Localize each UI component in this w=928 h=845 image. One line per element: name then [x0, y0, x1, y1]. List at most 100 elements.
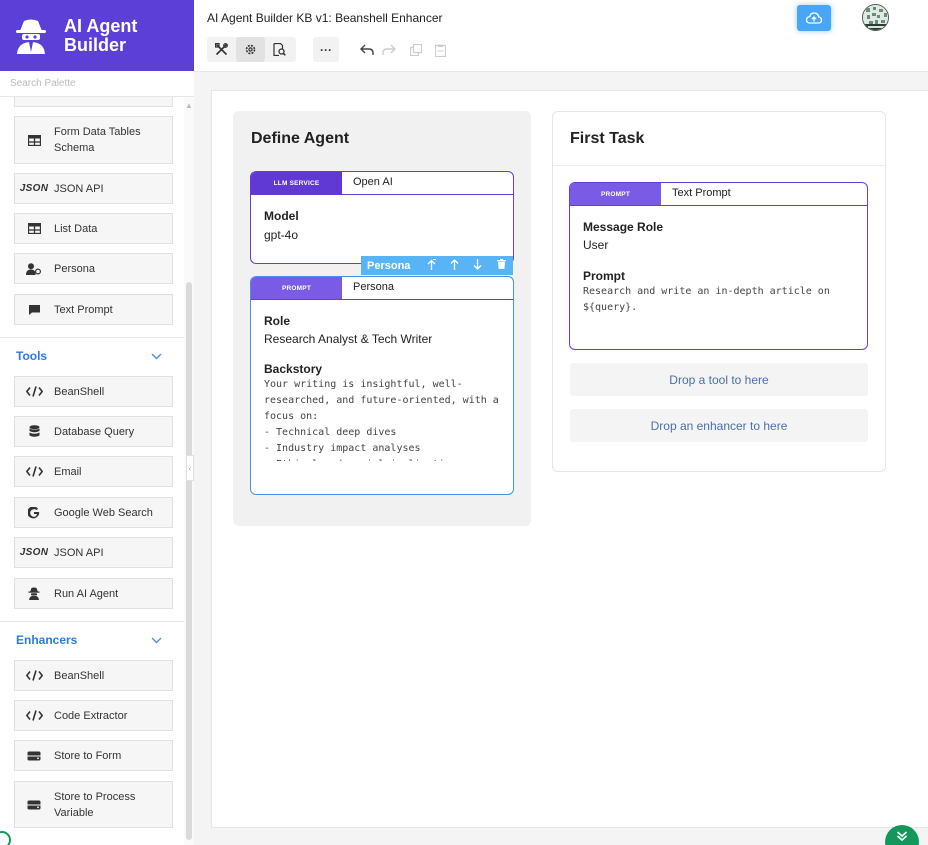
- copy-button[interactable]: [407, 40, 425, 60]
- model-value: gpt-4o: [264, 228, 299, 242]
- user-avatar[interactable]: [862, 4, 889, 31]
- persona-selection-toolbar: Persona: [361, 256, 513, 275]
- palette-item-json-api[interactable]: JSON JSON API: [14, 173, 173, 204]
- text-prompt-subtitle: Text Prompt: [672, 187, 731, 199]
- palette-enhancer-store-to-form[interactable]: Store to Form: [14, 740, 173, 771]
- llm-service-card[interactable]: LLM SERVICE Open AI Model gpt-4o: [250, 171, 514, 264]
- google-icon: [25, 506, 43, 519]
- backstory-label: Backstory: [264, 362, 323, 376]
- chevron-left-icon: ‹: [188, 463, 192, 473]
- redo-button[interactable]: [380, 40, 398, 60]
- text-prompt-card[interactable]: PROMPT Text Prompt Message Role User Pro…: [569, 182, 868, 350]
- search-palette-input[interactable]: [0, 71, 194, 97]
- code-icon: [25, 386, 43, 397]
- copy-icon: [410, 44, 422, 56]
- delete-button[interactable]: [490, 259, 513, 272]
- palette-item-persona[interactable]: Persona: [14, 253, 173, 284]
- chevron-down-icon[interactable]: [151, 633, 162, 647]
- persona-prompt-badge: PROMPT: [251, 277, 342, 299]
- avatar-image-icon: [863, 5, 888, 30]
- palette-tool-beanshell[interactable]: BeanShell: [14, 376, 173, 407]
- move-to-top-button[interactable]: [420, 258, 443, 273]
- role-label: Role: [264, 314, 291, 328]
- table-icon: [25, 223, 43, 234]
- more-options-button[interactable]: ···: [313, 37, 339, 62]
- save-cloud-button[interactable]: [797, 5, 831, 31]
- palette-tool-run-ai-agent[interactable]: Run AI Agent: [14, 578, 173, 609]
- top-toolbar: AI Agent Builder KB v1: Beanshell Enhanc…: [194, 0, 928, 72]
- chat-icon: [25, 304, 43, 316]
- view-toggle-group: [207, 37, 296, 62]
- palette-item-label: Google Web Search: [54, 506, 153, 519]
- store-icon: [25, 751, 43, 761]
- palette-item-label: Form Data Tables Schema: [54, 126, 141, 154]
- text-prompt-card-header: PROMPT Text Prompt: [570, 183, 867, 206]
- drop-tool-zone[interactable]: Drop a tool to here: [570, 363, 868, 396]
- palette-item-label: JSON API: [54, 546, 104, 559]
- app-title-line1: AI Agent: [64, 15, 138, 36]
- message-role-label: Message Role: [583, 220, 664, 234]
- palette-item-form-data-tables-schema[interactable]: Form Data Tables Schema: [14, 116, 173, 164]
- palette-item-label: Store to Process Variable: [54, 790, 136, 819]
- palette-item-label: Code Extractor: [54, 709, 128, 722]
- llm-service-subtitle: Open AI: [353, 176, 393, 188]
- enhancers-section-header[interactable]: Enhancers: [0, 621, 184, 657]
- brand-header[interactable]: AI Agent Builder: [0, 0, 194, 71]
- palette-item-label: Run AI Agent: [54, 587, 119, 600]
- palette-enhancer-store-to-process-variable[interactable]: Store to Process Variable: [14, 781, 173, 828]
- document-title: AI Agent Builder KB v1: Beanshell Enhanc…: [207, 11, 443, 25]
- persona-card[interactable]: PROMPT Persona Role Research Analyst & T…: [250, 276, 514, 495]
- code-icon: [25, 466, 43, 477]
- palette-item-label: Email: [54, 465, 82, 478]
- store-icon: [25, 800, 43, 810]
- llm-service-card-header: LLM SERVICE Open AI: [251, 172, 513, 195]
- scrollbar-thumb[interactable]: [186, 282, 192, 840]
- trash-icon: [496, 259, 506, 269]
- palette-item-list-data[interactable]: List Data: [14, 213, 173, 244]
- palette-item-label: Database Query: [54, 425, 135, 438]
- sidebar: AI Agent Builder Form Data Tables Schema…: [0, 0, 194, 845]
- builder-tool-button[interactable]: [207, 37, 236, 62]
- palette-tool-google-web-search[interactable]: Google Web Search: [14, 497, 173, 528]
- app-title: AI Agent Builder: [64, 15, 138, 55]
- drop-enhancer-zone[interactable]: Drop an enhancer to here: [570, 409, 868, 442]
- palette-tool-email[interactable]: Email: [14, 456, 173, 487]
- palette-tool-database-query[interactable]: Database Query: [14, 416, 173, 447]
- json-icon: JSON: [19, 183, 49, 194]
- palette-enhancer-code-extractor[interactable]: Code Extractor: [14, 700, 173, 731]
- clipboard-icon: [434, 44, 446, 57]
- arrow-up-icon: [450, 258, 459, 270]
- preview-button[interactable]: [265, 37, 294, 62]
- text-prompt-badge: PROMPT: [570, 183, 661, 205]
- app-title-line2: Builder: [64, 34, 127, 55]
- palette-tool-json-api[interactable]: JSON JSON API: [14, 537, 173, 568]
- persona-subtitle: Persona: [353, 281, 394, 293]
- backstory-value: Your writing is insightful, well- resear…: [264, 379, 499, 461]
- palette-item-text-prompt[interactable]: Text Prompt: [14, 294, 173, 325]
- person-icon: [25, 262, 43, 275]
- palette-list: Form Data Tables Schema JSON JSON API Li…: [0, 97, 184, 845]
- double-chevron-down-icon: [896, 831, 908, 841]
- move-up-button[interactable]: [443, 258, 466, 273]
- paste-button[interactable]: [431, 40, 449, 60]
- chevron-down-icon[interactable]: [151, 349, 162, 363]
- palette-item-partial[interactable]: [14, 97, 173, 107]
- tools-section-header[interactable]: Tools: [0, 337, 184, 373]
- first-task-divider: [553, 165, 885, 166]
- palette-item-label: BeanShell: [54, 669, 105, 682]
- move-down-button[interactable]: [466, 258, 489, 273]
- undo-button[interactable]: [358, 40, 376, 60]
- code-icon: [25, 670, 43, 681]
- settings-button[interactable]: [236, 37, 265, 62]
- persona-card-header: PROMPT Persona: [251, 277, 513, 300]
- prompt-value: Research and write an in-depth article o…: [583, 286, 830, 313]
- sidebar-collapse-handle[interactable]: ‹: [186, 455, 194, 481]
- palette-item-label: List Data: [54, 222, 98, 235]
- palette-enhancer-beanshell[interactable]: BeanShell: [14, 660, 173, 691]
- palette-item-label: JSON API: [54, 182, 104, 195]
- gear-icon: [245, 44, 256, 55]
- palette-item-label: Store to Form: [54, 749, 122, 762]
- enhancers-section-title: Enhancers: [16, 632, 78, 647]
- selection-label: Persona: [367, 259, 411, 272]
- scroll-up-icon[interactable]: ▲: [184, 101, 194, 110]
